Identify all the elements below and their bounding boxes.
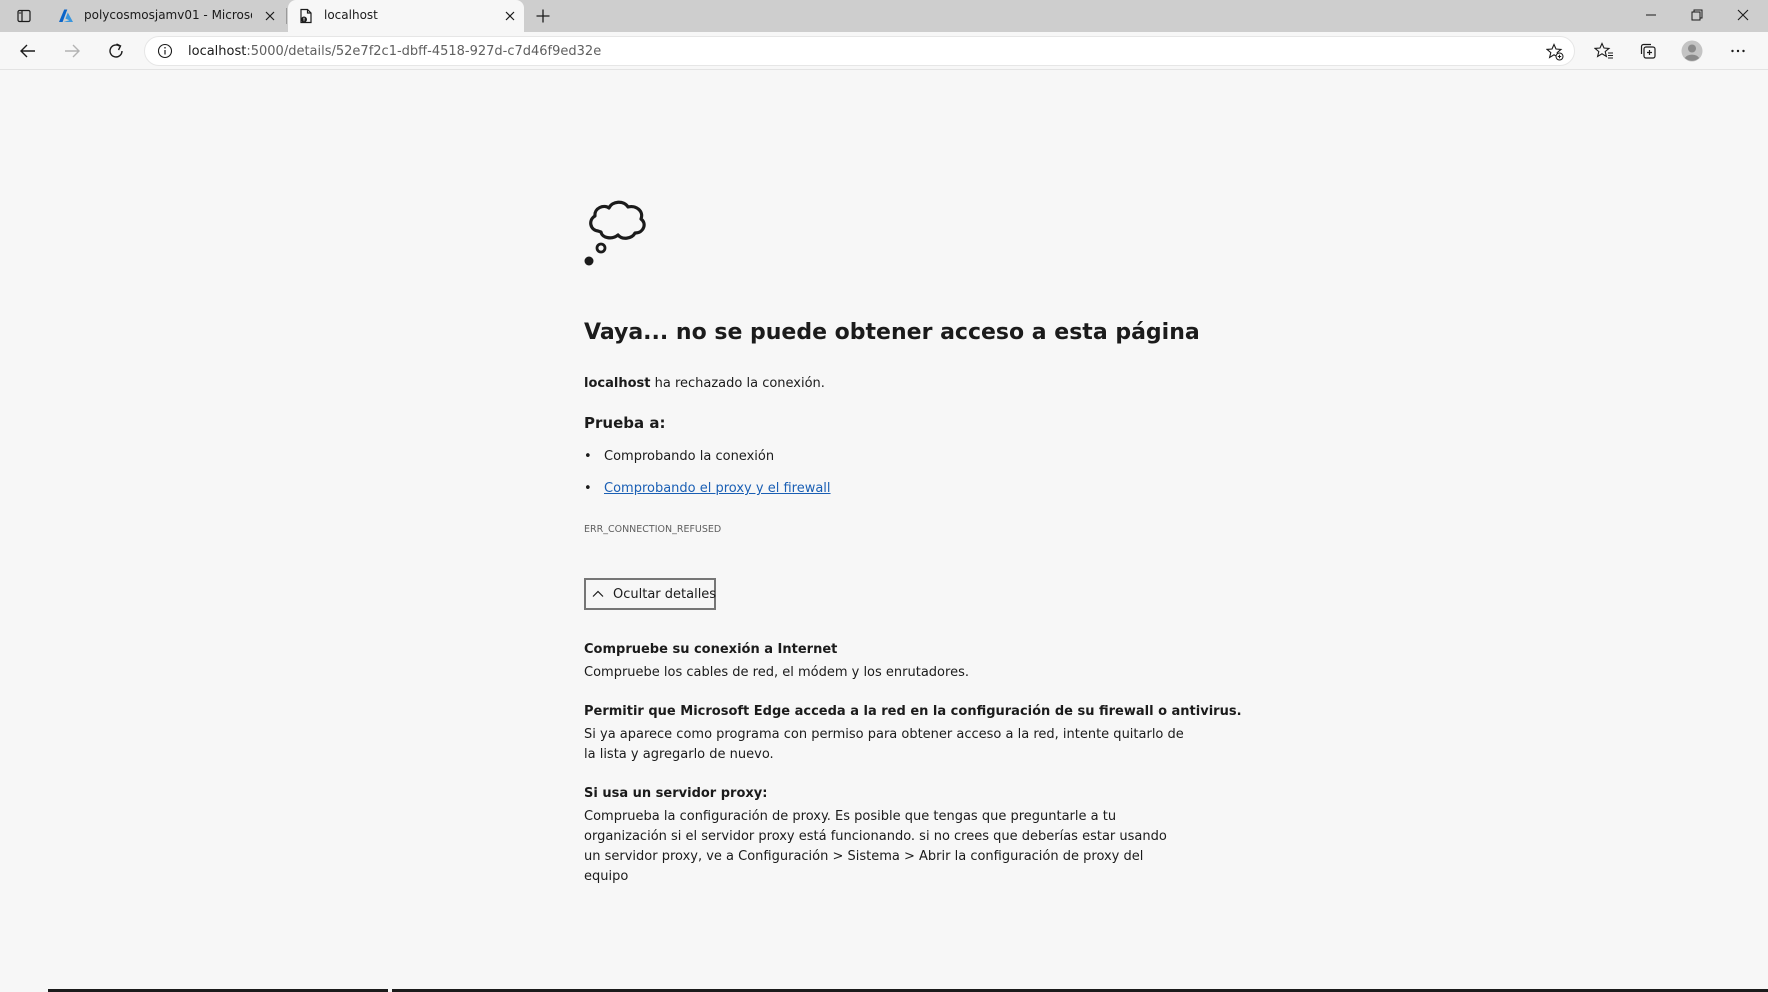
info-icon[interactable] <box>157 43 173 59</box>
tab-title: polycosmosjamv01 - Microsoft Azure <box>84 8 252 22</box>
settings-more-button[interactable] <box>1724 37 1752 65</box>
plus-icon <box>536 9 550 23</box>
tab-actions-button[interactable] <box>12 6 36 26</box>
tab-strip: polycosmosjamv01 - Microsoft Azure local… <box>0 0 1768 32</box>
details-body: Comprueba la configuración de proxy. Es … <box>584 809 1167 884</box>
add-favorite-icon[interactable] <box>1546 43 1564 61</box>
tab-localhost[interactable]: localhost <box>288 0 524 32</box>
close-window-button[interactable] <box>1720 0 1766 30</box>
restore-button[interactable] <box>1674 0 1720 30</box>
refused-text: ha rechazado la conexión. <box>650 376 825 391</box>
tab-actions-icon <box>17 9 31 23</box>
bullet-icon: • <box>584 481 592 496</box>
collections-icon <box>1640 43 1656 59</box>
refresh-icon <box>109 43 123 58</box>
suggestion-text: Comprobando la conexión <box>604 449 775 464</box>
new-tab-button[interactable] <box>530 4 556 28</box>
try-heading: Prueba a: <box>584 414 666 432</box>
details-title: Si usa un servidor proxy: <box>584 786 768 801</box>
forward-arrow-icon <box>65 44 80 58</box>
details-body: Compruebe los cables de red, el módem y … <box>584 665 969 680</box>
url-host: localhost <box>188 44 247 59</box>
broken-page-icon <box>300 8 312 24</box>
url-path: :5000/details/52e7f2c1-dbff-4518-927d-c7… <box>246 44 602 59</box>
favorites-icon <box>1594 42 1613 59</box>
close-tab-icon[interactable] <box>502 8 518 24</box>
close-tab-icon[interactable] <box>262 8 278 24</box>
error-code: ERR_CONNECTION_REFUSED <box>584 524 722 535</box>
tab-azure[interactable]: polycosmosjamv01 - Microsoft Azure <box>48 0 284 32</box>
back-arrow-icon <box>20 44 35 58</box>
details-title: Compruebe su conexión a Internet <box>584 642 838 657</box>
address-bar[interactable]: localhost:5000/details/52e7f2c1-dbff-451… <box>144 36 1575 66</box>
thought-cloud-icon <box>584 200 646 266</box>
hide-details-button[interactable]: Ocultar detalles <box>584 578 716 610</box>
refused-message: localhost ha rechazado la conexión. <box>584 376 825 391</box>
restore-icon <box>1691 9 1703 21</box>
refresh-button[interactable] <box>102 37 130 65</box>
details-body: Si ya aparece como programa con permiso … <box>584 727 1184 762</box>
avatar-icon <box>1681 40 1703 62</box>
minimize-button[interactable] <box>1628 0 1674 30</box>
refused-host: localhost <box>584 376 651 391</box>
error-heading: Vaya... no se puede obtener acceso a est… <box>584 320 1200 345</box>
back-button[interactable] <box>14 37 42 65</box>
bullet-icon: • <box>584 449 592 464</box>
browser-toolbar: localhost:5000/details/52e7f2c1-dbff-451… <box>0 32 1768 70</box>
proxy-firewall-link[interactable]: Comprobando el proxy y el firewall <box>604 481 831 496</box>
chevron-up-icon <box>592 590 604 597</box>
favorites-button[interactable] <box>1590 37 1618 65</box>
collections-button[interactable] <box>1634 37 1662 65</box>
profile-button[interactable] <box>1678 37 1706 65</box>
azure-icon <box>59 9 73 22</box>
error-page: Vaya... no se puede obtener acceso a est… <box>0 71 1768 990</box>
hide-details-label: Ocultar detalles <box>613 587 717 602</box>
minimize-icon <box>1646 14 1656 16</box>
more-icon <box>1731 49 1745 53</box>
close-icon <box>1737 9 1749 21</box>
url-text[interactable]: localhost:5000/details/52e7f2c1-dbff-451… <box>188 44 601 59</box>
tab-title: localhost <box>324 8 378 22</box>
tab-separator <box>286 8 287 24</box>
details-title: Permitir que Microsoft Edge acceda a la … <box>584 704 1242 719</box>
forward-button[interactable] <box>58 37 86 65</box>
